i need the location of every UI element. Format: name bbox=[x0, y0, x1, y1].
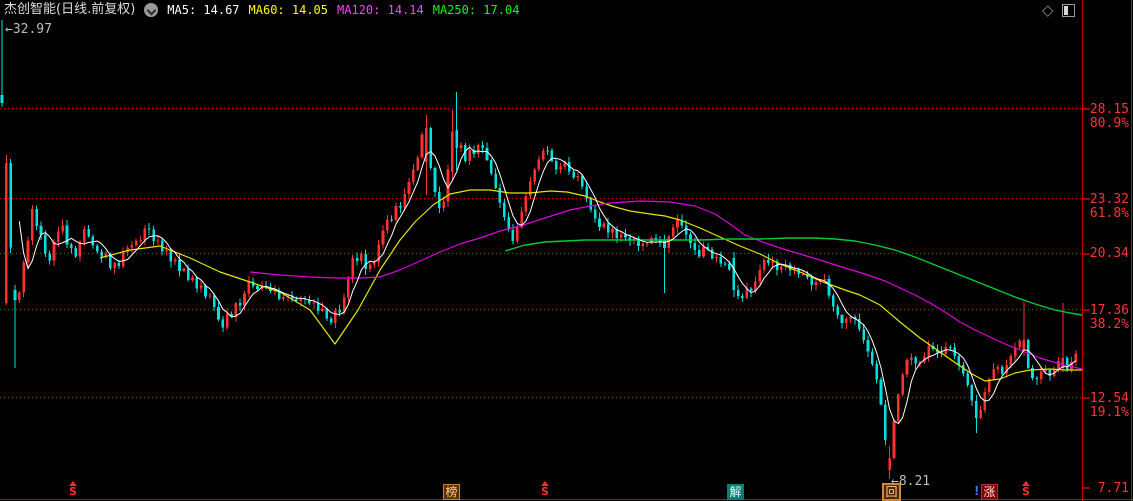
axis-pct-38-2: 38.2% bbox=[1089, 317, 1129, 332]
axis-price-23-32: 23.32 bbox=[1089, 192, 1129, 207]
stock-chart-window: 杰创智能(日线.前复权) MA5: 14.67 MA60: 14.05 MA12… bbox=[0, 0, 1133, 501]
event-badge-bang[interactable]: 榜 bbox=[443, 484, 460, 500]
event-badge-jie[interactable]: 解 bbox=[727, 484, 744, 500]
chevron-down-circle-icon[interactable] bbox=[144, 3, 159, 17]
axis-pct-80-9: 80.9% bbox=[1089, 116, 1129, 131]
axis-pct-19-1: 19.1% bbox=[1089, 405, 1129, 420]
axis-price-28-15: 28.15 bbox=[1089, 102, 1129, 117]
event-badge-hui[interactable]: 回 bbox=[882, 483, 901, 501]
axis-price-12-54: 12.54 bbox=[1089, 391, 1129, 406]
chart-header: 杰创智能(日线.前复权) MA5: 14.67 MA60: 14.05 MA12… bbox=[4, 2, 519, 18]
high-price-annotation: ←32.97 bbox=[5, 22, 52, 37]
alert-exclamation-icon: ! bbox=[974, 484, 980, 498]
axis-price-20-34: 20.34 bbox=[1089, 246, 1129, 261]
candlestick-chart-canvas[interactable] bbox=[0, 0, 1133, 501]
ma5-legend: MA5: 14.67 bbox=[167, 3, 240, 17]
ma60-legend: MA60: 14.05 bbox=[248, 3, 329, 17]
axis-price-7-71: 7.71 bbox=[1097, 481, 1129, 496]
event-marker-s-2[interactable]: S bbox=[540, 481, 550, 497]
diamond-icon[interactable]: ◇ bbox=[1042, 3, 1054, 18]
event-marker-s-1[interactable]: S bbox=[68, 481, 78, 497]
event-marker-s-3[interactable]: S bbox=[1021, 481, 1031, 497]
ma250-legend: MA250: 17.04 bbox=[432, 3, 520, 17]
ma120-legend: MA120: 14.14 bbox=[337, 3, 424, 17]
panel-layout-icon[interactable] bbox=[1061, 4, 1075, 17]
axis-price-17-36: 17.36 bbox=[1089, 303, 1129, 318]
event-badge-zhang[interactable]: 涨 bbox=[981, 484, 998, 500]
stock-title: 杰创智能(日线.前复权) bbox=[4, 2, 136, 17]
header-toolbar: ◇ bbox=[1042, 3, 1075, 18]
axis-pct-61-8: 61.8% bbox=[1089, 206, 1129, 221]
